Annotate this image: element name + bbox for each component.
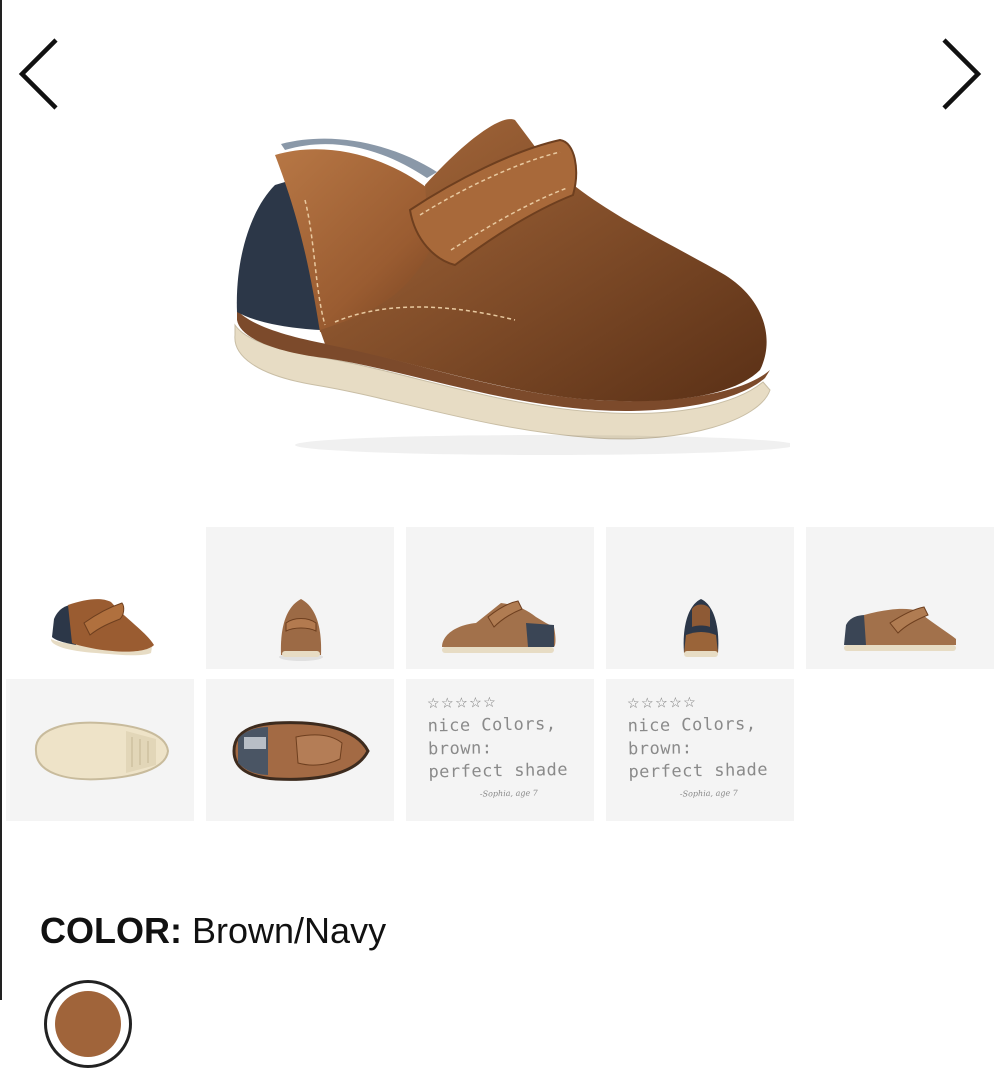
review-line-3: perfect shade xyxy=(428,759,569,783)
review-signature: -Sophia, age 7 xyxy=(479,788,538,799)
previous-image-button[interactable] xyxy=(14,36,64,112)
chevron-left-icon xyxy=(18,38,58,110)
review-stars: ☆☆☆☆☆ xyxy=(427,688,498,714)
thumbnail-review-card-2[interactable]: ☆☆☆☆☆ nice Colors, brown: perfect shade … xyxy=(606,679,794,821)
color-selection-row: COLOR: Brown/Navy xyxy=(40,910,386,952)
thumbnail-front-view[interactable] xyxy=(206,527,394,669)
next-image-button[interactable] xyxy=(936,36,986,112)
page-left-border xyxy=(0,0,2,1000)
thumbnail-back-view[interactable] xyxy=(606,527,794,669)
thumbnail-angle-view[interactable] xyxy=(6,527,194,669)
color-label: COLOR: xyxy=(40,910,182,951)
review-line-2: brown: xyxy=(427,738,493,760)
review-signature: -Sophia, age 7 xyxy=(679,788,738,799)
swatch-fill xyxy=(55,991,121,1057)
review-line-2: brown: xyxy=(627,738,693,760)
chevron-right-icon xyxy=(942,38,982,110)
thumbnail-top-view[interactable] xyxy=(206,679,394,821)
main-product-image[interactable] xyxy=(215,100,795,470)
color-swatch-brown-navy[interactable] xyxy=(44,980,132,1068)
review-line-1: nice Colors, xyxy=(427,714,557,737)
color-value: Brown/Navy xyxy=(192,910,387,951)
thumbnail-inner-side-view[interactable] xyxy=(806,527,994,669)
review-line-1: nice Colors, xyxy=(627,714,757,737)
thumbnail-side-view[interactable] xyxy=(406,527,594,669)
review-stars: ☆☆☆☆☆ xyxy=(627,688,698,714)
thumbnail-sole-view[interactable] xyxy=(6,679,194,821)
thumbnail-review-card-1[interactable]: ☆☆☆☆☆ nice Colors, brown: perfect shade … xyxy=(406,679,594,821)
review-line-3: perfect shade xyxy=(628,759,769,783)
